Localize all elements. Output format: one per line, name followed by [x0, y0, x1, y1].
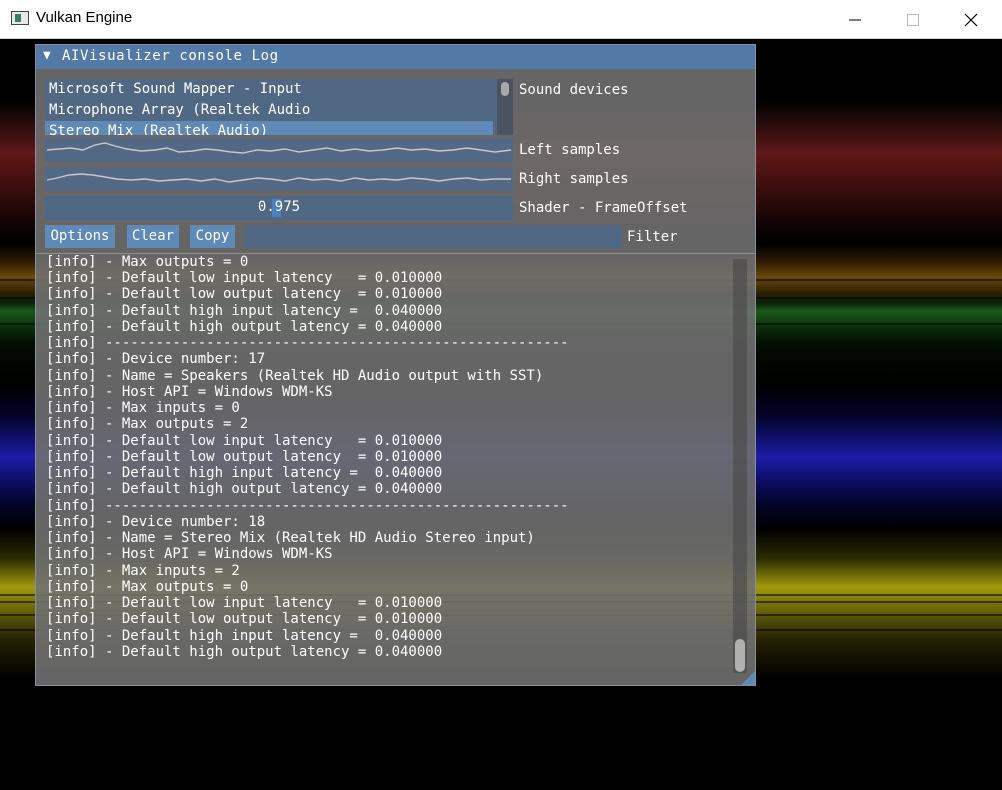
log-line: [info] - Default low input latency = 0.0… [46, 433, 443, 449]
window-titlebar: Vulkan Engine [0, 0, 1002, 39]
log-line: [info] - Max outputs = 2 [46, 416, 249, 432]
console-log-window[interactable]: ▼ AIVisualizer console Log Microsoft Sou… [35, 44, 756, 686]
log-line: [info] - Max outputs = 0 [46, 255, 249, 270]
log-line: [info] - Max inputs = 2 [46, 563, 240, 579]
right-samples-waveform [46, 173, 511, 183]
log-line: [info] - Default low output latency = 0.… [46, 286, 443, 302]
sound-devices-label: Sound devices [519, 82, 629, 98]
minimize-button[interactable] [826, 0, 884, 39]
log-line: [info] ---------------------------------… [46, 498, 569, 514]
separator [36, 253, 755, 254]
filter-label: Filter [627, 229, 678, 245]
options-button[interactable]: Options [45, 225, 115, 248]
log-scrollbar-thumb[interactable] [735, 639, 745, 672]
list-item[interactable]: Microsoft Sound Mapper - Input [45, 79, 493, 99]
left-samples-waveform [46, 142, 512, 154]
log-line: [info] - Default high input latency = 0.… [46, 628, 443, 644]
panel-title: AIVisualizer console Log [62, 48, 279, 64]
shader-frameoffset-label: Shader - FrameOffset [519, 200, 688, 216]
resize-grip-icon[interactable] [741, 671, 755, 685]
log-output[interactable]: [info] - Max outputs = 0 [info] - Defaul… [36, 255, 736, 670]
log-line: [info] - Device number: 18 [46, 514, 266, 530]
log-line: [info] - Default high output latency = 0… [46, 644, 443, 660]
log-line: [info] ---------------------------------… [46, 335, 569, 351]
close-button[interactable] [942, 0, 1000, 39]
collapse-triangle-icon[interactable]: ▼ [43, 48, 51, 63]
maximize-icon [907, 14, 919, 26]
log-line: [info] - Default high input latency = 0.… [46, 465, 443, 481]
log-line: [info] - Host API = Windows WDM-KS [46, 546, 333, 562]
log-scrollbar[interactable] [733, 259, 747, 673]
shader-frameoffset-slider[interactable]: 0.975 [45, 196, 513, 220]
window-title: Vulkan Engine [36, 9, 133, 26]
log-line: [info] - Host API = Windows WDM-KS [46, 384, 333, 400]
log-line: [info] - Default low input latency = 0.0… [46, 595, 443, 611]
log-line: [info] - Default high output latency = 0… [46, 319, 443, 335]
filter-input[interactable] [245, 225, 622, 248]
log-line: [info] - Default low input latency = 0.0… [46, 270, 443, 286]
left-samples-plot[interactable] [45, 138, 513, 162]
list-item-selected[interactable]: Stereo Mix (Realtek Audio) [45, 121, 493, 135]
app-icon [11, 11, 29, 25]
log-line: [info] - Name = Speakers (Realtek HD Aud… [46, 368, 544, 384]
list-item[interactable]: Microphone Array (Realtek Audio [45, 100, 493, 120]
log-line: [info] - Max outputs = 0 [46, 579, 249, 595]
log-line: [info] - Name = Stereo Mix (Realtek HD A… [46, 530, 535, 546]
log-line: [info] - Max inputs = 0 [46, 400, 240, 416]
right-samples-label: Right samples [519, 171, 629, 187]
sound-devices-scrollbar[interactable] [497, 79, 513, 135]
right-samples-plot[interactable] [45, 167, 513, 191]
log-line: [info] - Default low output latency = 0.… [46, 449, 443, 465]
minimize-icon [849, 19, 861, 21]
scrollbar-thumb[interactable] [501, 82, 509, 96]
log-line: [info] - Default low output latency = 0.… [46, 611, 443, 627]
maximize-button[interactable] [884, 0, 942, 39]
left-samples-label: Left samples [519, 142, 621, 158]
copy-button[interactable]: Copy [190, 225, 235, 248]
slider-value: 0.975 [257, 199, 301, 215]
log-line: [info] - Device number: 17 [46, 351, 266, 367]
clear-button[interactable]: Clear [127, 225, 179, 248]
log-line: [info] - Default high input latency = 0.… [46, 303, 443, 319]
panel-header[interactable]: ▼ AIVisualizer console Log [36, 45, 755, 69]
log-line: [info] - Default high output latency = 0… [46, 481, 443, 497]
sound-devices-list[interactable]: Microsoft Sound Mapper - Input Microphon… [45, 79, 513, 135]
close-icon [964, 13, 978, 27]
